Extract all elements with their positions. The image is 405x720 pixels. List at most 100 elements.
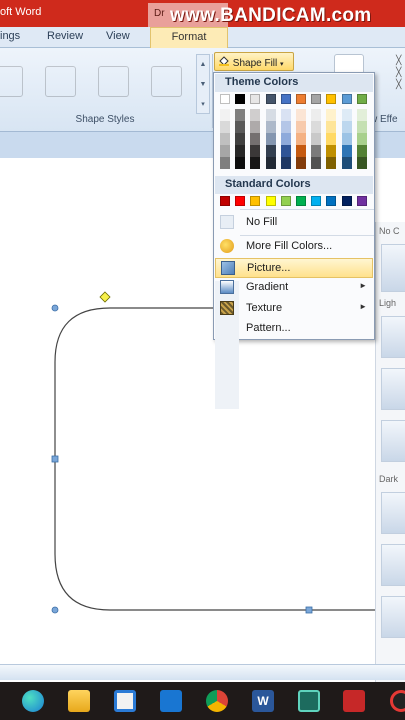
standard-color-swatch[interactable] bbox=[220, 196, 230, 206]
theme-shade-swatch[interactable] bbox=[326, 145, 337, 157]
menu-item-more-fill-colors[interactable]: More Fill Colors... bbox=[215, 237, 373, 257]
standard-color-swatch[interactable] bbox=[296, 196, 306, 206]
side-thumb-4[interactable] bbox=[381, 420, 405, 462]
theme-shade-swatch[interactable] bbox=[326, 121, 337, 133]
theme-shade-swatch[interactable] bbox=[356, 157, 367, 169]
theme-shade-swatch[interactable] bbox=[235, 133, 246, 145]
theme-shade-swatch[interactable] bbox=[280, 121, 291, 133]
screen-icon[interactable] bbox=[343, 690, 365, 712]
scroll-up-icon[interactable]: ▲ bbox=[197, 55, 209, 75]
menu-item-texture[interactable]: Texture ► bbox=[215, 299, 373, 319]
line-icon[interactable]: ╳ bbox=[396, 54, 401, 66]
tab-view[interactable]: View bbox=[106, 30, 130, 42]
app-icon[interactable] bbox=[298, 690, 320, 712]
shape-styles-gallery-scroll[interactable]: ▲ ▼ ▾ bbox=[196, 54, 210, 114]
standard-color-swatch[interactable] bbox=[280, 196, 291, 206]
chrome-icon[interactable] bbox=[206, 690, 228, 712]
theme-shade-swatch[interactable] bbox=[341, 121, 352, 133]
theme-color-swatch[interactable] bbox=[326, 94, 337, 104]
theme-shade-swatch[interactable] bbox=[311, 121, 322, 133]
theme-shade-swatch[interactable] bbox=[250, 145, 261, 157]
theme-color-swatch[interactable] bbox=[235, 94, 246, 104]
theme-shade-swatch[interactable] bbox=[265, 145, 276, 157]
theme-shade-swatch[interactable] bbox=[250, 157, 261, 169]
tab-review[interactable]: Review bbox=[47, 30, 83, 42]
side-thumb-7[interactable] bbox=[381, 596, 405, 638]
theme-shade-swatch[interactable] bbox=[235, 121, 246, 133]
side-thumb-6[interactable] bbox=[381, 544, 405, 586]
theme-shade-swatch[interactable] bbox=[341, 109, 352, 121]
line-icon-3[interactable]: ╳ bbox=[396, 78, 401, 90]
theme-shade-swatch[interactable] bbox=[280, 145, 291, 157]
shape-style-green[interactable] bbox=[151, 66, 182, 97]
theme-shade-swatch[interactable] bbox=[220, 133, 230, 145]
theme-shade-swatch[interactable] bbox=[311, 133, 322, 145]
theme-shade-swatch[interactable] bbox=[341, 157, 352, 169]
record-icon[interactable] bbox=[390, 690, 405, 712]
scroll-down-icon[interactable]: ▼ bbox=[197, 75, 209, 95]
menu-item-gradient[interactable]: Gradient ► bbox=[215, 278, 373, 298]
theme-shade-swatch[interactable] bbox=[326, 157, 337, 169]
theme-shade-swatch[interactable] bbox=[296, 121, 306, 133]
theme-shade-swatch[interactable] bbox=[311, 145, 322, 157]
theme-shade-swatch[interactable] bbox=[280, 157, 291, 169]
theme-shade-swatch[interactable] bbox=[220, 157, 230, 169]
standard-color-swatch[interactable] bbox=[341, 196, 352, 206]
shape-style-gray[interactable] bbox=[0, 66, 23, 97]
theme-color-swatch[interactable] bbox=[220, 94, 230, 104]
theme-shade-swatch[interactable] bbox=[265, 109, 276, 121]
theme-shade-swatch[interactable] bbox=[265, 157, 276, 169]
shape-style-yellow[interactable] bbox=[45, 66, 76, 97]
file-explorer-icon[interactable] bbox=[68, 690, 90, 712]
theme-shade-swatch[interactable] bbox=[296, 133, 306, 145]
theme-shade-swatch[interactable] bbox=[341, 133, 352, 145]
theme-color-swatch[interactable] bbox=[341, 94, 352, 104]
theme-shade-swatch[interactable] bbox=[356, 109, 367, 121]
standard-color-swatch[interactable] bbox=[356, 196, 367, 206]
theme-shade-swatch[interactable] bbox=[250, 121, 261, 133]
word-icon[interactable]: W bbox=[252, 690, 274, 712]
theme-shade-swatch[interactable] bbox=[220, 109, 230, 121]
theme-shade-swatch[interactable] bbox=[250, 133, 261, 145]
menu-item-picture[interactable]: Picture... bbox=[215, 258, 373, 278]
horizontal-scrollbar[interactable] bbox=[0, 664, 405, 680]
standard-color-swatch[interactable] bbox=[235, 196, 246, 206]
theme-shade-swatch[interactable] bbox=[356, 133, 367, 145]
standard-color-swatch[interactable] bbox=[311, 196, 322, 206]
side-thumb-1[interactable] bbox=[381, 244, 405, 292]
theme-shade-swatch[interactable] bbox=[311, 157, 322, 169]
theme-shade-swatch[interactable] bbox=[296, 109, 306, 121]
theme-shade-swatch[interactable] bbox=[326, 109, 337, 121]
theme-color-swatch[interactable] bbox=[250, 94, 261, 104]
theme-shade-swatch[interactable] bbox=[280, 133, 291, 145]
theme-shade-swatch[interactable] bbox=[356, 121, 367, 133]
theme-shade-swatch[interactable] bbox=[326, 133, 337, 145]
theme-shade-swatch[interactable] bbox=[280, 109, 291, 121]
tab-mailings[interactable]: ings bbox=[0, 30, 20, 42]
shape-fill-button[interactable]: Shape Fill ▾ bbox=[214, 52, 294, 71]
theme-shade-swatch[interactable] bbox=[220, 121, 230, 133]
theme-color-swatch[interactable] bbox=[356, 94, 367, 104]
theme-shade-swatch[interactable] bbox=[296, 145, 306, 157]
side-thumb-2[interactable] bbox=[381, 316, 405, 358]
theme-shade-swatch[interactable] bbox=[311, 109, 322, 121]
theme-shade-swatch[interactable] bbox=[235, 145, 246, 157]
edge-icon[interactable] bbox=[22, 690, 44, 712]
standard-color-swatch[interactable] bbox=[326, 196, 337, 206]
theme-shade-swatch[interactable] bbox=[356, 145, 367, 157]
theme-shade-swatch[interactable] bbox=[235, 157, 246, 169]
line-icon-2[interactable]: ╳ bbox=[396, 66, 401, 78]
theme-shade-swatch[interactable] bbox=[341, 145, 352, 157]
theme-shade-swatch[interactable] bbox=[296, 157, 306, 169]
gallery-more-icon[interactable]: ▾ bbox=[197, 95, 209, 115]
menu-item-no-fill[interactable]: No Fill bbox=[215, 213, 373, 233]
theme-shade-swatch[interactable] bbox=[235, 109, 246, 121]
menu-item-pattern[interactable]: Pattern... bbox=[215, 319, 373, 339]
theme-color-swatch[interactable] bbox=[296, 94, 306, 104]
side-thumb-3[interactable] bbox=[381, 368, 405, 410]
theme-color-swatch[interactable] bbox=[265, 94, 276, 104]
theme-shade-swatch[interactable] bbox=[220, 145, 230, 157]
theme-shade-swatch[interactable] bbox=[265, 121, 276, 133]
theme-color-swatch[interactable] bbox=[311, 94, 322, 104]
standard-color-swatch[interactable] bbox=[250, 196, 261, 206]
